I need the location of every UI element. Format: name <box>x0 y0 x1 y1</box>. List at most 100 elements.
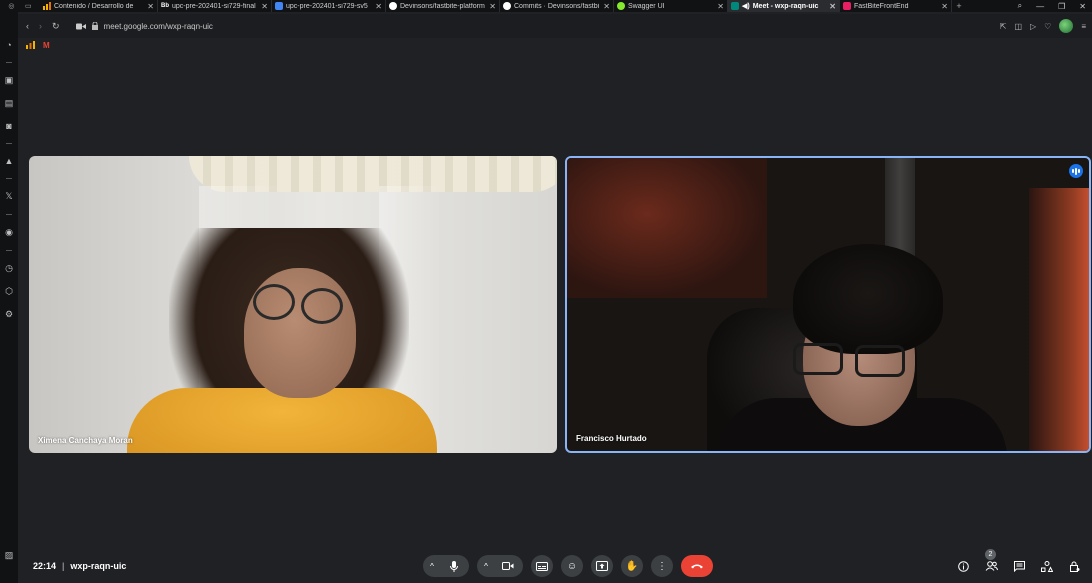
chat-button[interactable] <box>1010 555 1028 577</box>
close-tab-icon[interactable]: ✕ <box>489 2 496 11</box>
close-tab-icon[interactable]: ✕ <box>261 2 268 11</box>
participant-name: Francisco Hurtado <box>576 434 647 443</box>
tab-label: Meet - wxp-raqn-uic <box>752 2 819 10</box>
close-tab-icon[interactable]: ✕ <box>829 2 836 11</box>
camera-control-group: ^ <box>477 555 523 577</box>
github-favicon-icon <box>389 2 397 10</box>
tab-swagger[interactable]: Swagger UI ✕ <box>614 0 728 12</box>
tab-fastbite-platform[interactable]: Devinsons/fastbite-platform ✕ <box>386 0 500 12</box>
tab-label: upc-pre-202401-si729-final <box>172 2 256 10</box>
microphone-button[interactable] <box>443 555 465 577</box>
menu-icon[interactable]: ≡ <box>1081 22 1086 31</box>
history-icon[interactable]: ◷ <box>5 263 13 274</box>
x-icon[interactable]: 𝕏 <box>5 191 12 202</box>
tab-contenido[interactable]: Contenido / Desarrollo de ✕ <box>40 0 158 12</box>
background-wall-shape <box>1029 188 1089 451</box>
audio-options-chevron-icon[interactable]: ^ <box>427 555 437 577</box>
close-tab-icon[interactable]: ✕ <box>375 2 382 11</box>
nav-buttons: ‹ › ↻ <box>18 21 60 32</box>
captions-button[interactable] <box>531 555 553 577</box>
more-options-button[interactable]: ⋮ <box>651 555 673 577</box>
video-options-chevron-icon[interactable]: ^ <box>481 555 491 577</box>
player-icon[interactable]: ◉ <box>5 227 13 238</box>
heart-icon[interactable]: ♡ <box>1044 22 1051 31</box>
wallpaper-icon[interactable]: ▨ <box>5 550 14 561</box>
analytics-bookmark-icon[interactable] <box>26 41 35 49</box>
chart-favicon-icon <box>43 2 51 10</box>
glasses-lens <box>301 288 343 324</box>
search-tabs-icon[interactable]: ⌕ <box>1018 1 1022 11</box>
tab-label: Contenido / Desarrollo de <box>54 2 134 10</box>
tab-fastbite-frontend[interactable]: FastBiteFrontEnd ✕ <box>840 0 952 12</box>
tab-commits[interactable]: Commits · Devinsons/fastbi ✕ <box>500 0 614 12</box>
github-favicon-icon <box>503 2 511 10</box>
reload-icon[interactable]: ↻ <box>52 21 60 32</box>
close-tab-icon[interactable]: ✕ <box>147 2 154 11</box>
maximize-icon[interactable]: ❐ <box>1058 2 1065 11</box>
participant-sweater-shape <box>127 388 437 453</box>
speed-dial-icon[interactable]: ◔ <box>6 40 11 50</box>
tab-label: Commits · Devinsons/fastbi <box>514 2 600 10</box>
play-icon[interactable]: ▷ <box>1030 22 1036 31</box>
tab-upc-sv5[interactable]: upc-pre-202401-si729-sv5 ✕ <box>272 0 386 12</box>
glasses-lens <box>855 345 905 377</box>
close-tab-icon[interactable]: ✕ <box>603 2 610 11</box>
activities-button[interactable] <box>1038 555 1056 577</box>
gmail-bookmark-icon[interactable]: M <box>43 41 50 50</box>
host-controls-button[interactable] <box>1066 555 1084 577</box>
settings-icon[interactable]: ⚙ <box>5 309 13 320</box>
aria-icon[interactable]: ▲ <box>5 156 14 166</box>
speaking-indicator-icon <box>1069 164 1083 178</box>
close-window-icon[interactable]: ✕ <box>1079 2 1086 11</box>
meeting-details-button[interactable] <box>954 555 972 577</box>
camera-status-icon[interactable] <box>75 23 86 30</box>
meeting-info-separator: | <box>62 561 65 571</box>
tab-upc-final[interactable]: Bb upc-pre-202401-si729-final ✕ <box>158 0 272 12</box>
people-button[interactable]: 2 <box>982 549 1000 577</box>
new-tab-icon[interactable]: + <box>952 0 966 12</box>
participant-tile-ximena[interactable]: Ximena Canchaya Moran <box>29 156 557 453</box>
bb-favicon-icon: Bb <box>161 3 169 9</box>
participant-tile-francisco[interactable]: Francisco Hurtado <box>565 156 1091 453</box>
profile-avatar[interactable] <box>1059 19 1074 33</box>
app-favicon-icon <box>843 2 851 10</box>
mic-control-group: ^ <box>423 555 469 577</box>
briefcase-icon[interactable]: ▣ <box>5 75 14 86</box>
forward-icon[interactable]: › <box>39 21 42 31</box>
browser-window: ◎ ▭ Contenido / Desarrollo de ✕ Bb upc-p… <box>0 0 1092 583</box>
workspaces-icon[interactable]: ▭ <box>25 2 32 10</box>
twitch-icon[interactable]: ▤ <box>5 98 14 109</box>
browser-logo-icon[interactable]: ◎ <box>8 2 14 10</box>
speaker-icon[interactable]: ◀) <box>742 2 750 10</box>
emoji-reaction-button[interactable]: ☺ <box>561 555 583 577</box>
bookmarks-bar: M <box>18 38 1092 52</box>
meeting-time: 22:14 <box>33 561 57 571</box>
participant-hair-shape <box>793 244 943 354</box>
meet-control-bar: 22:14 | wxp-raqn-uic ^ ^ ☺ ✋ ⋮ 2 <box>18 549 1092 583</box>
camera-button[interactable] <box>497 555 519 577</box>
leave-call-button[interactable] <box>681 555 713 577</box>
url-field[interactable]: meet.google.com/wxp-raqn-uic <box>75 22 213 31</box>
window-controls: ⌕ — ❐ ✕ <box>1012 0 1092 12</box>
close-tab-icon[interactable]: ✕ <box>941 2 948 11</box>
minimize-icon[interactable]: — <box>1036 2 1044 11</box>
toolbar-right: ⇱ ◫ ▷ ♡ ≡ <box>1000 19 1092 33</box>
present-screen-button[interactable] <box>591 555 613 577</box>
glasses-lens <box>793 343 843 375</box>
box-icon[interactable]: ⬡ <box>5 286 13 297</box>
back-icon[interactable]: ‹ <box>26 21 29 31</box>
lock-icon[interactable] <box>91 22 98 30</box>
participant-name: Ximena Canchaya Moran <box>38 436 133 445</box>
tab-meet[interactable]: ◀) Meet - wxp-raqn-uic ✕ <box>728 0 840 12</box>
background-wall-shape <box>567 158 767 298</box>
meeting-code: wxp-raqn-uic <box>70 561 127 571</box>
call-controls: ^ ^ ☺ ✋ ⋮ <box>423 555 713 577</box>
instagram-icon[interactable]: ◙ <box>6 121 11 131</box>
docs-favicon-icon <box>275 2 283 10</box>
swagger-favicon-icon <box>617 2 625 10</box>
close-tab-icon[interactable]: ✕ <box>717 2 724 11</box>
share-icon[interactable]: ⇱ <box>1000 22 1007 31</box>
participants-count-badge: 2 <box>985 549 996 560</box>
raise-hand-button[interactable]: ✋ <box>621 555 643 577</box>
screenshot-icon[interactable]: ◫ <box>1014 22 1022 31</box>
